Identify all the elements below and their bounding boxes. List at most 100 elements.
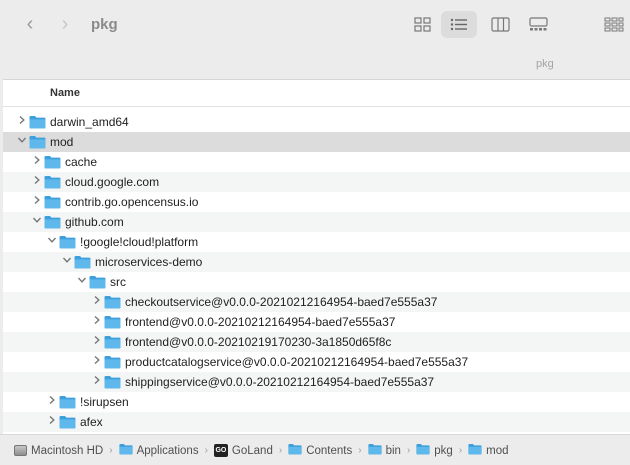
- breadcrumb-separator: ›: [406, 445, 411, 456]
- file-name: cache: [65, 155, 98, 169]
- disclosure-collapsed-icon[interactable]: [31, 155, 43, 169]
- folder-icon: [104, 316, 121, 329]
- list-item[interactable]: darwin_amd64: [3, 112, 630, 132]
- breadcrumb-item[interactable]: pkg ›: [416, 443, 468, 458]
- folder-icon: [468, 444, 482, 455]
- disclosure-collapsed-icon[interactable]: [91, 295, 103, 309]
- list-item[interactable]: mod: [3, 132, 630, 152]
- breadcrumb-label: GoLand: [231, 444, 273, 457]
- disclosure-collapsed-icon[interactable]: [46, 415, 58, 429]
- disclosure-collapsed-icon[interactable]: [31, 195, 43, 209]
- file-name: checkoutservice@v0.0.0-20210212164954-ba…: [125, 295, 438, 309]
- forward-button[interactable]: ›: [55, 14, 75, 36]
- breadcrumb-label: pkg: [434, 444, 453, 457]
- disclosure-expanded-icon[interactable]: [61, 255, 73, 269]
- disclosure-collapsed-icon[interactable]: [91, 335, 103, 349]
- list-view-icon: [450, 18, 467, 31]
- folder-icon: [44, 175, 61, 189]
- list-item[interactable]: afex: [3, 412, 630, 432]
- list-item[interactable]: !sirupsen: [3, 392, 630, 412]
- disclosure-expanded-icon[interactable]: [46, 235, 58, 249]
- name-column-header[interactable]: Name: [50, 87, 80, 99]
- list-item[interactable]: cache: [3, 152, 630, 172]
- file-name: frontend@v0.0.0-20210219170230-3a1850d65…: [125, 335, 392, 349]
- folder-icon: [44, 156, 61, 169]
- disclosure-collapsed-icon[interactable]: [91, 355, 103, 369]
- list-item[interactable]: cloud.google.com: [3, 172, 630, 192]
- list-item[interactable]: productcatalogservice@v0.0.0-20210212164…: [3, 352, 630, 372]
- breadcrumb-item[interactable]: Contents ›: [288, 443, 367, 458]
- list-item[interactable]: checkoutservice@v0.0.0-20210212164954-ba…: [3, 292, 630, 312]
- file-name: microservices-demo: [95, 255, 203, 269]
- file-name: darwin_amd64: [50, 115, 129, 129]
- list-item[interactable]: contrib.go.opencensus.io: [3, 192, 630, 212]
- folder-icon: [288, 444, 302, 455]
- path-caption-bar: pkg: [0, 56, 630, 76]
- list-item[interactable]: github.com: [3, 212, 630, 232]
- file-name: github.com: [65, 215, 124, 229]
- folder-icon: [104, 375, 121, 389]
- list-item[interactable]: !google!cloud!platform: [3, 232, 630, 252]
- folder-icon: [59, 236, 76, 249]
- list-item[interactable]: shippingservice@v0.0.0-20210212164954-ba…: [3, 372, 630, 392]
- file-name: frontend@v0.0.0-20210212164954-baed7e555…: [125, 315, 396, 329]
- breadcrumb-separator: ›: [358, 445, 362, 456]
- folder-icon: [118, 444, 133, 455]
- column-header[interactable]: Name: [3, 80, 630, 107]
- gallery-view-button[interactable]: [520, 11, 556, 38]
- breadcrumb-separator: ›: [109, 445, 113, 456]
- file-list[interactable]: Name darwin_amd64mod cache cloud.google.co…: [3, 79, 630, 434]
- list-item[interactable]: microservices-demo: [3, 252, 630, 272]
- breadcrumb-item[interactable]: Applications ›: [118, 443, 214, 458]
- folder-icon: [104, 376, 121, 389]
- list-item[interactable]: src: [3, 272, 630, 292]
- column-view-button[interactable]: [482, 11, 518, 38]
- folder-icon: [74, 255, 91, 269]
- folder-icon: [118, 443, 133, 458]
- icon-view-button[interactable]: [405, 11, 441, 38]
- folder-icon: [74, 256, 91, 269]
- folder-icon: [59, 395, 76, 409]
- list-item[interactable]: frontend@v0.0.0-20210212164954-baed7e555…: [3, 312, 630, 332]
- path-caption: pkg: [536, 58, 554, 70]
- group-view-button[interactable]: [595, 11, 630, 38]
- folder-icon: [468, 443, 482, 458]
- disclosure-collapsed-icon[interactable]: [91, 375, 103, 389]
- breadcrumb-item[interactable]: bin ›: [367, 443, 417, 458]
- folder-icon: [104, 315, 121, 329]
- breadcrumb-separator: ›: [458, 445, 463, 456]
- disclosure-expanded-icon[interactable]: [16, 135, 28, 149]
- column-view-icon: [491, 17, 510, 32]
- file-name: afex: [80, 415, 103, 429]
- folder-icon: [44, 195, 61, 209]
- goland-app-icon: GO: [213, 444, 228, 457]
- list-item[interactable]: frontend@v0.0.0-20210219170230-3a1850d65…: [3, 332, 630, 352]
- disclosure-collapsed-icon[interactable]: [16, 115, 28, 129]
- file-name: cloud.google.com: [65, 175, 160, 189]
- back-button[interactable]: ‹: [20, 14, 40, 36]
- breadcrumb-item[interactable]: mod: [468, 443, 509, 458]
- breadcrumb-item[interactable]: Macintosh HD ›: [14, 445, 119, 457]
- file-rows: darwin_amd64mod cache cloud.google.com cont…: [3, 112, 630, 432]
- folder-icon: [59, 396, 76, 409]
- path-bar: Macintosh HD › Applications › GO GoLand › Conte…: [0, 434, 630, 465]
- folder-icon: [104, 336, 121, 349]
- folder-icon: [104, 295, 121, 309]
- disclosure-expanded-icon[interactable]: [31, 215, 43, 229]
- breadcrumb-item[interactable]: GO GoLand ›: [213, 444, 288, 457]
- file-name: !sirupsen: [80, 395, 129, 409]
- disclosure-expanded-icon[interactable]: [76, 275, 88, 289]
- folder-icon: [416, 444, 430, 455]
- disclosure-collapsed-icon[interactable]: [91, 315, 103, 329]
- breadcrumb-label: Applications: [136, 444, 199, 457]
- disclosure-collapsed-icon[interactable]: [46, 395, 58, 409]
- breadcrumb-label: Contents: [306, 444, 353, 457]
- breadcrumb-label: bin: [385, 444, 401, 457]
- window-title: pkg: [91, 16, 118, 33]
- disclosure-collapsed-icon[interactable]: [31, 175, 43, 189]
- icon-view-icon: [414, 17, 431, 32]
- drive-icon: [14, 445, 27, 456]
- folder-icon: [416, 443, 430, 458]
- folder-icon: [29, 115, 46, 129]
- list-view-button[interactable]: [441, 11, 477, 38]
